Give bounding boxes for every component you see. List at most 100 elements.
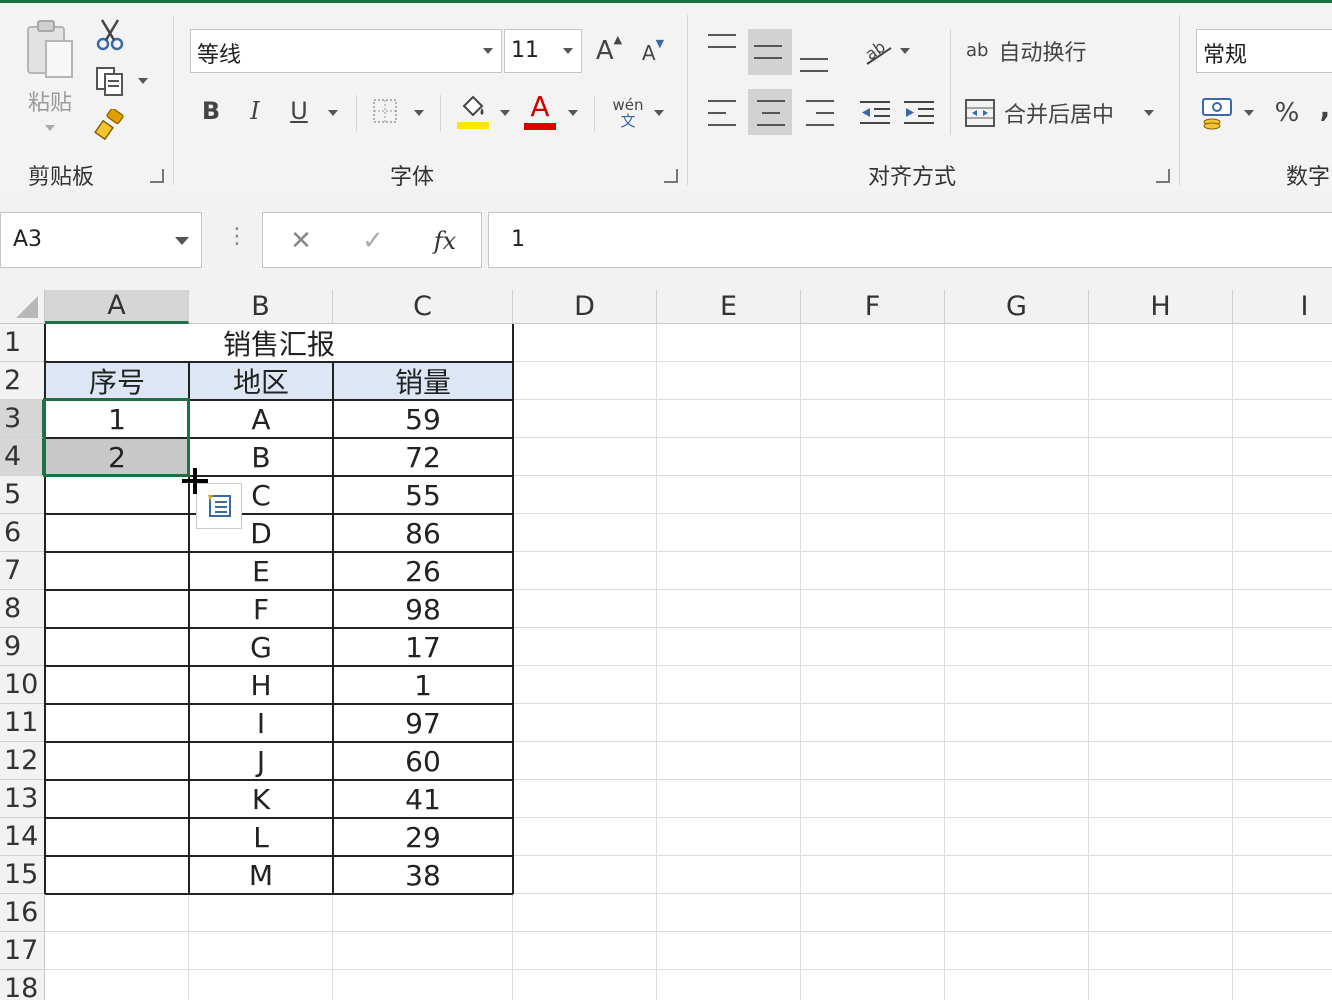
sales-cell[interactable]: 55 (333, 476, 513, 514)
formula-input[interactable]: 1 (488, 212, 1332, 268)
sales-cell[interactable]: 26 (333, 552, 513, 590)
sales-cell[interactable]: 41 (333, 780, 513, 818)
clipboard-launcher-icon[interactable] (150, 169, 164, 183)
font-size-select[interactable]: 11 (504, 29, 582, 73)
column-header-g[interactable]: G (945, 290, 1089, 324)
region-cell[interactable]: J (189, 742, 333, 780)
header-cell[interactable]: 序号 (45, 362, 189, 400)
region-cell[interactable]: L (189, 818, 333, 856)
row-header-17[interactable]: 17 (0, 932, 45, 970)
cancel-icon[interactable]: ✕ (281, 221, 321, 261)
chevron-down-icon[interactable] (175, 237, 189, 245)
alignment-launcher-icon[interactable] (1156, 169, 1170, 183)
region-cell[interactable]: B (189, 438, 333, 476)
merge-dropdown-icon[interactable] (1144, 110, 1154, 116)
row-header-14[interactable]: 14 (0, 818, 45, 856)
paste-button[interactable]: 粘贴 (18, 17, 82, 137)
sales-cell[interactable]: 59 (333, 400, 513, 438)
column-header-b[interactable]: B (189, 290, 333, 324)
bottom-align-button[interactable] (800, 33, 834, 77)
row-header-13[interactable]: 13 (0, 780, 45, 818)
sales-cell[interactable]: 86 (333, 514, 513, 552)
comma-button[interactable]: , (1318, 89, 1332, 125)
row-header-9[interactable]: 9 (0, 628, 45, 666)
font-name-select[interactable]: 等线 (190, 29, 502, 73)
borders-button[interactable] (370, 95, 400, 127)
row-header-16[interactable]: 16 (0, 894, 45, 932)
column-header-a[interactable]: A (45, 290, 189, 324)
paste-dropdown-icon[interactable] (45, 125, 55, 131)
orientation-dropdown-icon[interactable] (900, 48, 910, 54)
row-header-18[interactable]: 18 (0, 970, 45, 1000)
align-center-button[interactable] (754, 93, 788, 133)
column-header-h[interactable]: H (1089, 290, 1233, 324)
underline-dropdown-icon[interactable] (328, 110, 338, 116)
row-header-5[interactable]: 5 (0, 476, 45, 514)
column-header-d[interactable]: D (513, 290, 657, 324)
middle-align-button[interactable] (754, 29, 788, 75)
orientation-button[interactable]: ab (858, 31, 898, 71)
worksheet-grid[interactable]: ABCDEFGHI 1 2 3 4 5 6 7 8 9 10 11 12 13 14 15 16 17 18 销售… (0, 290, 1332, 1000)
top-align-button[interactable] (708, 29, 742, 73)
region-cell[interactable]: M (189, 856, 333, 894)
row-header-4[interactable]: 4 (0, 438, 45, 476)
column-header-i[interactable]: I (1233, 290, 1332, 324)
italic-button[interactable]: I (240, 93, 270, 129)
row-header-10[interactable]: 10 (0, 666, 45, 704)
number-format-select[interactable]: 常规 (1196, 29, 1332, 73)
column-header-e[interactable]: E (657, 290, 801, 324)
sales-cell[interactable]: 38 (333, 856, 513, 894)
copy-button[interactable] (92, 63, 128, 99)
shrink-font-button[interactable]: A ▼ (636, 37, 670, 69)
align-right-button[interactable] (800, 93, 834, 133)
row-header-3[interactable]: 3 (0, 400, 45, 438)
sales-cell[interactable]: 98 (333, 590, 513, 628)
merge-center-button[interactable]: 合并后居中 (964, 93, 1154, 133)
region-cell[interactable]: E (189, 552, 333, 590)
grow-font-button[interactable]: A ▲ (592, 33, 626, 69)
row-header-11[interactable]: 11 (0, 704, 45, 742)
align-left-button[interactable] (708, 93, 742, 133)
region-cell[interactable]: A (189, 400, 333, 438)
row-header-1[interactable]: 1 (0, 324, 45, 362)
accounting-dropdown-icon[interactable] (1244, 110, 1254, 116)
row-header-12[interactable]: 12 (0, 742, 45, 780)
sales-cell[interactable]: 17 (333, 628, 513, 666)
decrease-indent-button[interactable] (856, 93, 894, 133)
bold-button[interactable]: B (196, 93, 226, 129)
region-cell[interactable]: G (189, 628, 333, 666)
cut-button[interactable] (92, 17, 128, 53)
insert-function-icon[interactable]: fx (423, 221, 467, 261)
sales-cell[interactable]: 97 (333, 704, 513, 742)
fill-color-button[interactable] (454, 91, 492, 131)
phonetic-dropdown-icon[interactable] (654, 110, 664, 116)
row-header-15[interactable]: 15 (0, 856, 45, 894)
sales-cell[interactable]: 72 (333, 438, 513, 476)
wrap-text-button[interactable]: ab 自动换行 (966, 31, 1116, 71)
region-cell[interactable]: K (189, 780, 333, 818)
header-cell[interactable]: 销量 (333, 362, 513, 400)
font-launcher-icon[interactable] (664, 169, 678, 183)
font-color-button[interactable]: A (522, 91, 558, 131)
row-header-2[interactable]: 2 (0, 362, 45, 400)
cell-a1-title[interactable]: 销售汇报 (45, 324, 513, 362)
column-header-c[interactable]: C (333, 290, 513, 324)
borders-dropdown-icon[interactable] (414, 110, 424, 116)
copy-dropdown-icon[interactable] (138, 78, 148, 84)
header-cell[interactable]: 地区 (189, 362, 333, 400)
column-header-f[interactable]: F (801, 290, 945, 324)
row-header-6[interactable]: 6 (0, 514, 45, 552)
row-header-7[interactable]: 7 (0, 552, 45, 590)
phonetic-button[interactable]: wén 文 (608, 93, 648, 133)
increase-indent-button[interactable] (900, 93, 938, 133)
sales-cell[interactable]: 29 (333, 818, 513, 856)
region-cell[interactable]: H (189, 666, 333, 704)
row-header-8[interactable]: 8 (0, 590, 45, 628)
underline-button[interactable]: U (284, 93, 314, 129)
font-color-dropdown-icon[interactable] (568, 110, 578, 116)
name-box[interactable]: A3 (0, 212, 202, 268)
sales-cell[interactable]: 60 (333, 742, 513, 780)
accounting-format-button[interactable] (1198, 93, 1238, 133)
region-cell[interactable]: I (189, 704, 333, 742)
select-all-corner[interactable] (0, 290, 45, 324)
